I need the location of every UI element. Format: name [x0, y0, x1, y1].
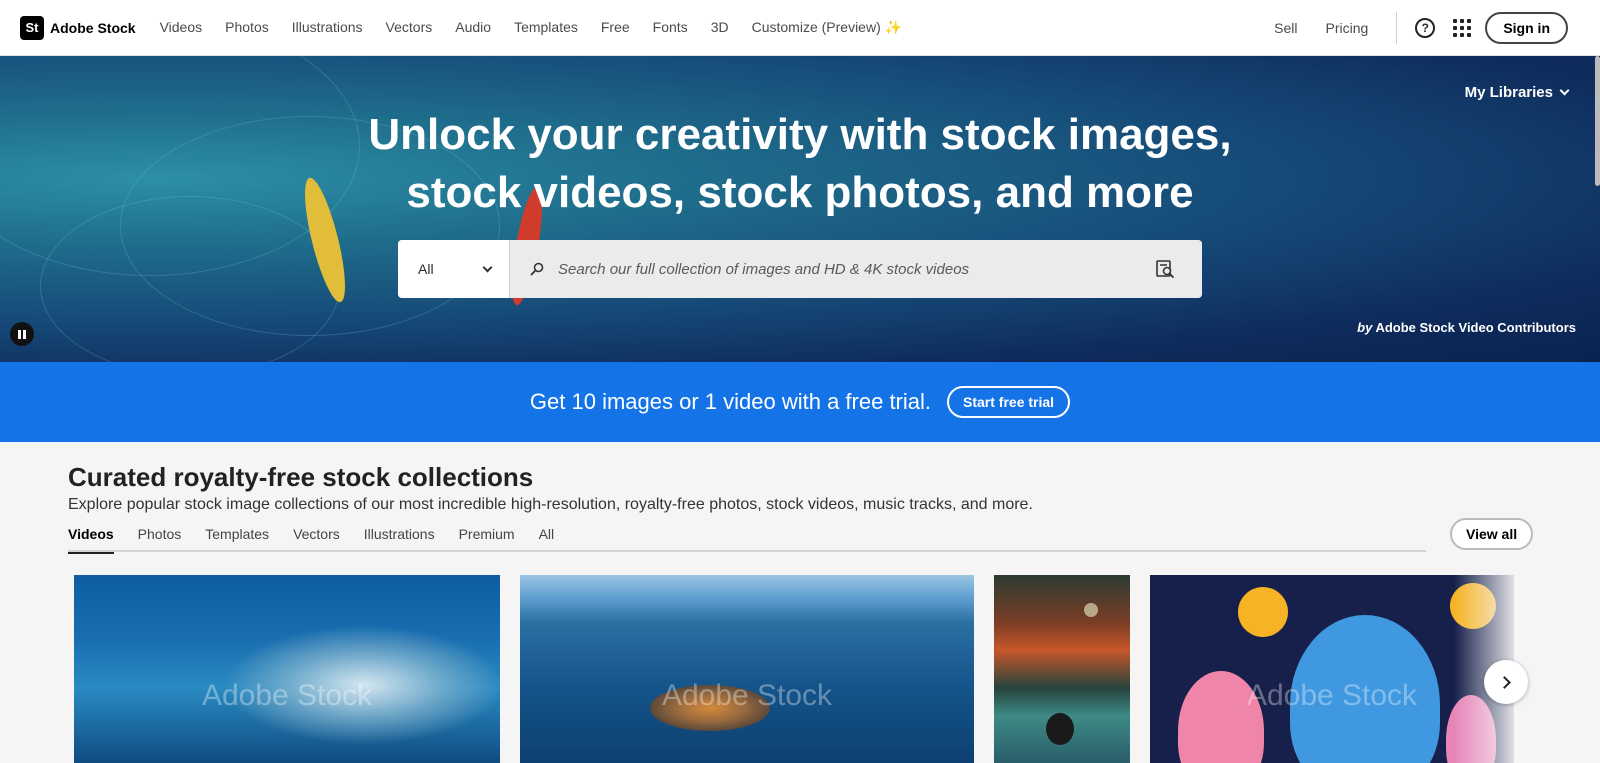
start-free-trial-button[interactable]: Start free trial [947, 386, 1071, 418]
scrollbar-thumb[interactable] [1595, 56, 1600, 186]
nav-link-sell[interactable]: Sell [1274, 20, 1297, 36]
hero-attribution: by Adobe Stock Video Contributors [1357, 320, 1576, 335]
chevron-right-icon [1498, 675, 1511, 689]
nav-link-fonts[interactable]: Fonts [653, 19, 688, 36]
search-bar: All [398, 240, 1202, 298]
nav-link-vectors[interactable]: Vectors [386, 19, 433, 36]
nav-divider [1396, 12, 1398, 44]
search-icon [530, 262, 544, 276]
nav-link-templates[interactable]: Templates [514, 19, 578, 36]
nav-links: Videos Photos Illustrations Vectors Audi… [160, 19, 925, 36]
collection-card[interactable]: Adobe Stock [1150, 575, 1514, 763]
collections-section: Curated royalty-free stock collections E… [0, 442, 1600, 763]
attribution-by: by [1357, 320, 1373, 335]
brand[interactable]: St Adobe Stock [20, 15, 136, 40]
water-ripple [40, 196, 340, 362]
search-category-select[interactable]: All [398, 240, 510, 298]
brand-name: Adobe Stock [50, 19, 136, 36]
search-input-wrap [510, 240, 1202, 298]
watermark: Adobe Stock [201, 679, 373, 712]
hero-title: Unlock your creativity with stock images… [368, 110, 1232, 217]
nav-right: Sell Pricing ? Sign in [1274, 0, 1600, 56]
view-all-button[interactable]: View all [1450, 518, 1534, 550]
tab-all[interactable]: All [539, 524, 555, 550]
nav-link-customize[interactable]: Customize (Preview) ✨ [752, 19, 902, 36]
my-libraries-label: My Libraries [1464, 84, 1553, 101]
help-icon[interactable]: ? [1415, 18, 1436, 38]
pause-icon [18, 329, 21, 339]
carousel-next-button[interactable] [1484, 660, 1528, 704]
adobe-stock-logo-icon: St [20, 15, 44, 40]
nav-link-free[interactable]: Free [601, 19, 630, 36]
free-trial-banner: Get 10 images or 1 video with a free tri… [0, 362, 1600, 442]
nav-link-illustrations[interactable]: Illustrations [292, 19, 363, 36]
tab-vectors[interactable]: Vectors [293, 524, 340, 550]
page: St Adobe Stock Videos Photos Illustratio… [0, 0, 1600, 763]
collection-card[interactable] [994, 575, 1130, 763]
chevron-down-icon [1559, 85, 1570, 96]
sign-in-button[interactable]: Sign in [1485, 12, 1568, 44]
visual-search-icon[interactable] [1154, 258, 1176, 280]
collection-cards: Adobe Stock Adobe Stock Adobe Stock [74, 575, 1514, 763]
app-switcher-icon[interactable] [1453, 19, 1472, 37]
search-category-value: All [418, 261, 434, 277]
collection-card[interactable]: Adobe Stock [520, 575, 974, 763]
tab-premium[interactable]: Premium [459, 524, 515, 550]
nav-link-pricing[interactable]: Pricing [1326, 20, 1369, 36]
tab-videos[interactable]: Videos [68, 524, 114, 554]
nav-link-videos[interactable]: Videos [160, 19, 203, 36]
chevron-down-icon [482, 262, 493, 272]
collections-tabs: Videos Photos Templates Vectors Illustra… [68, 524, 1426, 554]
moon-image [1084, 603, 1098, 617]
attribution-name[interactable]: Adobe Stock Video Contributors [1375, 320, 1576, 335]
sun-illustration [1238, 587, 1288, 637]
nav-link-photos[interactable]: Photos [225, 19, 269, 36]
collection-card[interactable]: Adobe Stock [74, 575, 500, 763]
collections-subtitle: Explore popular stock image collections … [68, 496, 1033, 513]
tab-illustrations[interactable]: Illustrations [364, 524, 435, 550]
hero: Unlock your creativity with stock images… [0, 56, 1600, 362]
nav-link-3d[interactable]: 3D [711, 19, 729, 36]
nav-link-audio[interactable]: Audio [455, 19, 491, 36]
top-nav: St Adobe Stock Videos Photos Illustratio… [0, 0, 1600, 56]
search-input[interactable] [558, 260, 1154, 278]
free-trial-text: Get 10 images or 1 video with a free tri… [529, 389, 932, 414]
pause-video-button[interactable] [10, 322, 34, 346]
watermark: Adobe Stock [661, 679, 833, 712]
tab-templates[interactable]: Templates [205, 524, 269, 550]
my-libraries-button[interactable]: My Libraries [1464, 84, 1570, 101]
person-silhouette-image [1046, 713, 1074, 745]
collections-title: Curated royalty-free stock collections [68, 462, 534, 492]
tab-photos[interactable]: Photos [138, 524, 182, 550]
